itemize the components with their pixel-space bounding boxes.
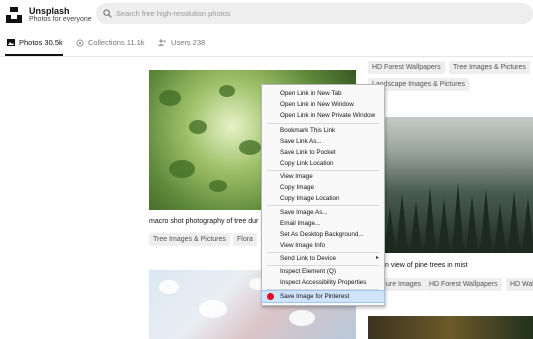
menu-item-inspect-element[interactable]: Inspect Element (Q) — [262, 266, 384, 277]
menu-item-copy-link-location[interactable]: Copy Link Location — [262, 158, 384, 169]
unsplash-logo-icon[interactable] — [6, 7, 22, 23]
brand-name[interactable]: Unsplash — [29, 6, 70, 16]
collections-icon — [76, 39, 84, 46]
tag-chip[interactable]: ure Images — [382, 278, 426, 291]
tag-chip[interactable]: HD Forest Wallpapers — [425, 278, 502, 291]
menu-item-open-new-tab[interactable]: Open Link in New Tab — [262, 88, 384, 99]
menu-item-save-link-pocket[interactable]: Save Link to Pocket — [262, 147, 384, 158]
brand-tagline: Photos for everyone — [29, 16, 92, 23]
menu-item-save-image-pinterest[interactable]: Save Image for Pinterest — [261, 290, 385, 303]
menu-item-save-link-as[interactable]: Save Link As... — [262, 136, 384, 147]
tab-users[interactable]: Users 238 — [158, 38, 205, 47]
tag-chip[interactable]: Tree Images & Pictures — [149, 233, 230, 246]
tag-chip[interactable]: Tree Images & Pictures — [449, 61, 530, 74]
menu-item-set-desktop-background[interactable]: Set As Desktop Background... — [262, 229, 384, 240]
menu-item-open-new-window[interactable]: Open Link in New Window — [262, 99, 384, 110]
photo-pine-trees-mist[interactable] — [380, 117, 533, 253]
search-icon — [103, 9, 112, 18]
tab-users-label: Users 238 — [171, 38, 206, 47]
tag-chip[interactable]: HD Wal — [506, 278, 533, 291]
photo-caption: n view of pine trees in mist — [385, 262, 468, 269]
search-placeholder: Search free high-resolution photos — [116, 9, 231, 18]
active-tab-indicator — [5, 54, 63, 56]
pinterest-icon — [267, 293, 274, 300]
photo-caption: macro shot photography of tree dur — [149, 218, 259, 225]
menu-item-inspect-accessibility[interactable]: Inspect Accessibility Properties — [262, 277, 384, 288]
menu-separator — [267, 289, 379, 290]
photo-foliage[interactable] — [368, 316, 533, 339]
menu-item-send-link-to-device[interactable]: Send Link to Device ▸ — [262, 253, 384, 264]
menu-separator — [267, 123, 379, 124]
context-menu: Open Link in New Tab Open Link in New Wi… — [261, 84, 385, 306]
tab-photos-label: Photos 30.5k — [19, 38, 63, 47]
tab-collections[interactable]: Collections 11.1k — [76, 38, 145, 47]
menu-item-view-image[interactable]: View Image — [262, 171, 384, 182]
menu-item-copy-image[interactable]: Copy Image — [262, 182, 384, 193]
search-input[interactable]: Search free high-resolution photos — [96, 3, 533, 24]
menu-item-view-image-info[interactable]: View Image Info — [262, 240, 384, 251]
submenu-arrow-icon: ▸ — [375, 255, 379, 261]
search-tabs: Photos 30.5k Collections 11.1k Users 238 — [0, 32, 533, 57]
tab-collections-label: Collections 11.1k — [88, 38, 145, 47]
menu-item-email-image[interactable]: Email Image... — [262, 218, 384, 229]
users-icon — [158, 39, 166, 46]
menu-item-save-image-as[interactable]: Save Image As... — [262, 207, 384, 218]
menu-item-bookmark-link[interactable]: Bookmark This Link — [262, 125, 384, 136]
menu-item-open-private-window[interactable]: Open Link in New Private Window — [262, 110, 384, 121]
tag-chip[interactable]: HD Forest Wallpapers — [368, 61, 445, 74]
tag-chip[interactable]: Flora — [233, 233, 257, 246]
tab-photos[interactable]: Photos 30.5k — [7, 38, 63, 47]
menu-item-copy-image-location[interactable]: Copy Image Location — [262, 193, 384, 204]
menu-separator — [267, 205, 379, 206]
photo-icon — [7, 39, 15, 46]
